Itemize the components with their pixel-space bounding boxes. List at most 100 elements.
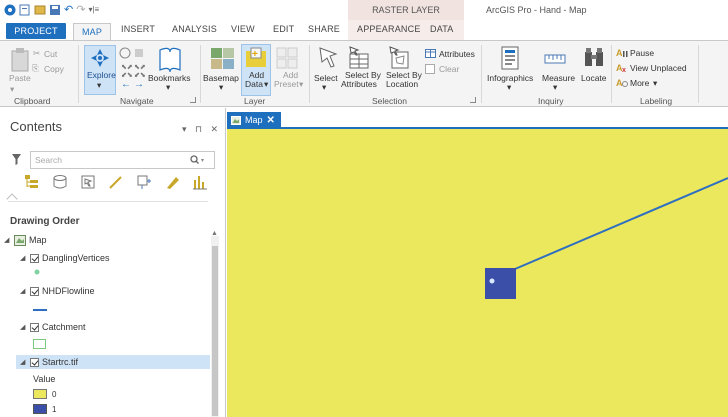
- new-project-icon[interactable]: [19, 4, 31, 16]
- list-by-drawing-order-icon[interactable]: [24, 174, 40, 190]
- undo-icon[interactable]: ↶: [64, 3, 73, 16]
- list-by-snapping-icon[interactable]: [136, 174, 152, 190]
- expand-arrow-icon[interactable]: ◢: [20, 323, 27, 331]
- map-view-tab[interactable]: Map ✕: [227, 112, 281, 128]
- layer-visibility-checkbox[interactable]: [30, 253, 39, 263]
- tab-appearance[interactable]: APPEARANCE: [357, 24, 421, 34]
- locate-icon[interactable]: [583, 46, 605, 68]
- view-caret-icon: [6, 193, 18, 205]
- tab-data[interactable]: DATA: [430, 24, 453, 34]
- search-box[interactable]: [30, 151, 215, 169]
- layer-visibility-checkbox[interactable]: [30, 322, 39, 332]
- close-tab-icon[interactable]: ✕: [267, 115, 275, 126]
- navigate-launcher-icon[interactable]: [190, 97, 196, 103]
- svg-text:←: ←: [121, 79, 131, 87]
- tab-map[interactable]: MAP: [73, 23, 111, 40]
- expand-arrow-icon[interactable]: ◢: [20, 287, 27, 295]
- layer-row-startrc[interactable]: ◢ Startrc.tif: [16, 355, 210, 369]
- view-unplaced-button[interactable]: View Unplaced: [630, 63, 687, 73]
- expand-arrow-icon[interactable]: ◢: [4, 236, 11, 244]
- expand-arrow-icon[interactable]: ◢: [20, 358, 27, 366]
- customize-qat-icon[interactable]: ▾|≡: [88, 5, 99, 14]
- scrollbar-thumb[interactable]: [212, 246, 218, 416]
- list-by-editing-icon[interactable]: [108, 174, 124, 190]
- line-symbol-icon[interactable]: [33, 309, 47, 311]
- select-by-location-line2: Location: [386, 79, 419, 89]
- tab-insert[interactable]: INSERT: [121, 24, 155, 34]
- legend-label-1: 1: [52, 405, 57, 414]
- navigate-small-tools-icon[interactable]: ⬉⬈ ⬉⬈⬋⬊ ⬋⬊← →: [119, 47, 147, 87]
- svg-text:⬋⬊: ⬋⬊: [121, 72, 133, 79]
- open-project-icon[interactable]: [34, 4, 46, 16]
- layer-row-map[interactable]: ◢ Map: [4, 233, 47, 247]
- search-input[interactable]: [31, 152, 181, 168]
- layer-visibility-checkbox[interactable]: [30, 286, 39, 296]
- more-button[interactable]: More: [630, 78, 649, 88]
- redo-icon[interactable]: ↷: [76, 3, 85, 16]
- list-by-data-source-icon[interactable]: [52, 174, 68, 190]
- layer-group-label: Layer: [244, 96, 266, 106]
- map-canvas[interactable]: [227, 129, 728, 417]
- select-icon[interactable]: [318, 46, 338, 70]
- tab-edit[interactable]: EDIT: [273, 24, 294, 34]
- more-dropdown-icon[interactable]: ▾: [653, 78, 657, 89]
- flowline-feature[interactable]: [514, 177, 728, 270]
- raster-cell-feature[interactable]: [485, 268, 516, 299]
- layer-name: DanglingVertices: [42, 253, 110, 263]
- list-by-labeling-icon[interactable]: [164, 174, 180, 190]
- svg-text:+: +: [252, 49, 258, 60]
- pause-labels-icon: A: [616, 48, 628, 58]
- measure-icon[interactable]: [544, 53, 566, 65]
- attributes-table-icon: [425, 49, 436, 58]
- save-icon[interactable]: [49, 4, 61, 16]
- paste-icon[interactable]: [10, 47, 30, 73]
- pause-button[interactable]: Pause: [630, 48, 654, 58]
- legend-swatch-1[interactable]: [33, 404, 47, 414]
- explore-label: Explore: [87, 70, 116, 80]
- bookmarks-dropdown-icon: ▾: [166, 82, 171, 92]
- tab-share[interactable]: SHARE: [308, 24, 340, 34]
- filter-icon[interactable]: [12, 154, 21, 165]
- layer-row-danglingvertices[interactable]: ◢ DanglingVertices: [20, 251, 110, 265]
- search-icon[interactable]: ▾: [190, 155, 206, 165]
- group-separator: [698, 45, 699, 103]
- paste-dropdown-icon[interactable]: ▾: [10, 85, 14, 94]
- list-by-selection-icon[interactable]: [80, 174, 96, 190]
- point-symbol-icon[interactable]: [34, 269, 40, 275]
- paste-label: Paste: [9, 73, 31, 83]
- layer-visibility-checkbox[interactable]: [30, 357, 39, 367]
- legend-swatch-0[interactable]: [33, 389, 47, 399]
- attributes-button[interactable]: Attributes: [439, 49, 475, 59]
- tab-view[interactable]: VIEW: [231, 24, 255, 34]
- view-toolbar: [24, 174, 208, 190]
- tab-analysis[interactable]: ANALYSIS: [172, 24, 217, 34]
- polygon-symbol-icon[interactable]: [33, 339, 46, 349]
- expand-arrow-icon[interactable]: ◢: [20, 254, 27, 262]
- infographics-icon[interactable]: [500, 46, 520, 70]
- cut-icon[interactable]: ✂: [33, 48, 40, 59]
- select-by-attributes-icon[interactable]: [348, 46, 370, 70]
- tab-project[interactable]: PROJECT: [6, 23, 66, 39]
- add-preset-icon[interactable]: [276, 47, 298, 69]
- copy-icon[interactable]: ⎘: [32, 63, 39, 74]
- cut-button[interactable]: Cut: [44, 49, 57, 59]
- clear-button[interactable]: Clear: [439, 64, 459, 74]
- selection-group-label: Selection: [372, 96, 407, 106]
- list-by-charts-icon[interactable]: [192, 174, 208, 190]
- group-separator: [481, 45, 482, 103]
- pane-controls[interactable]: ▾ ⊓ ✕: [182, 124, 221, 135]
- select-dropdown-icon: ▾: [322, 82, 327, 92]
- basemap-icon[interactable]: [210, 47, 236, 71]
- svg-text:⬋⬊: ⬋⬊: [134, 72, 146, 79]
- measure-dropdown-icon: ▾: [553, 82, 558, 92]
- drawing-order-heading: Drawing Order: [10, 216, 80, 227]
- layer-row-nhdflowline[interactable]: ◢ NHDFlowline: [20, 284, 95, 298]
- selection-launcher-icon[interactable]: [470, 97, 476, 103]
- dangling-vertex-feature[interactable]: [489, 278, 495, 284]
- group-separator: [200, 45, 201, 103]
- select-by-location-icon[interactable]: [388, 46, 410, 70]
- layer-row-catchment[interactable]: ◢ Catchment: [20, 320, 86, 334]
- map-tab-label: Map: [245, 115, 263, 125]
- copy-button[interactable]: Copy: [44, 64, 64, 74]
- bookmarks-icon[interactable]: [158, 46, 182, 72]
